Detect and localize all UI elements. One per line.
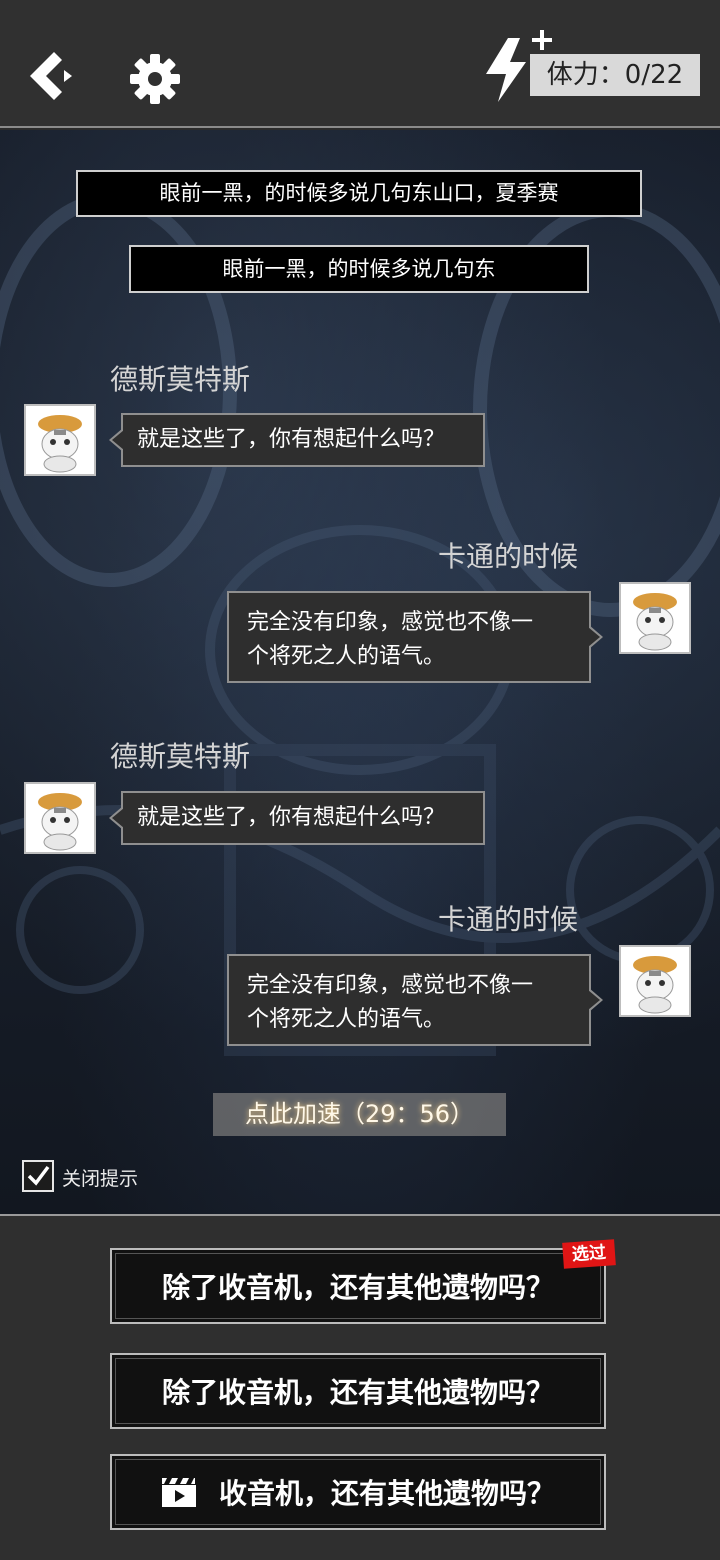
choice-button-ad[interactable]: 收音机，还有其他遗物吗？ — [110, 1454, 606, 1530]
avatar[interactable] — [24, 782, 96, 854]
avatar[interactable] — [619, 945, 691, 1017]
chat-bubble: 完全没有印象，感觉也不像一 个将死之人的语气。 — [227, 591, 603, 683]
avatar[interactable] — [24, 404, 96, 476]
system-notice: 眼前一黑，的时候多说几句东山口，夏季赛 — [76, 170, 642, 217]
cat-avatar-icon — [38, 415, 82, 473]
choice-label: 除了收音机，还有其他遗物吗？ — [161, 1271, 554, 1304]
system-notice: 眼前一黑，的时候多说几句东 — [129, 245, 589, 293]
checkbox[interactable] — [22, 1160, 54, 1192]
speaker-name: 卡通的时候 — [438, 903, 579, 936]
chat-bubble: 就是这些了，你有想起什么吗？ — [109, 413, 485, 467]
speaker-name: 德斯莫特斯 — [110, 363, 251, 396]
cat-avatar-icon — [38, 793, 82, 851]
top-bar: 体力：0/22 — [0, 0, 720, 128]
choice-button[interactable]: 除了收音机，还有其他遗物吗？ — [110, 1248, 606, 1324]
checkmark-icon — [27, 1165, 50, 1186]
choice-label: 除了收音机，还有其他遗物吗？ — [161, 1376, 554, 1409]
chat-bubble: 完全没有印象，感觉也不像一 个将死之人的语气。 — [227, 954, 603, 1046]
stamina-value: 体力：0/22 — [530, 54, 700, 96]
chat-line: 个将死之人的语气。 — [247, 644, 446, 669]
chat-line: 完全没有印象，感觉也不像一 — [247, 610, 534, 635]
close-tip-label: 关闭提示 — [62, 1168, 139, 1190]
speaker-name: 德斯莫特斯 — [110, 740, 251, 773]
dialogue-scene: 眼前一黑，的时候多说几句东山口，夏季赛 眼前一黑，的时候多说几句东 德斯莫特斯 … — [0, 130, 720, 1214]
avatar[interactable] — [619, 582, 691, 654]
cat-avatar-icon — [633, 593, 677, 651]
cat-avatar-icon — [633, 956, 677, 1014]
choice-button[interactable]: 除了收音机，还有其他遗物吗？ — [110, 1353, 606, 1429]
chat-line: 完全没有印象，感觉也不像一 — [247, 973, 534, 998]
chosen-badge: 选过 — [562, 1239, 616, 1269]
video-clapper-icon — [161, 1478, 196, 1507]
gear-icon[interactable] — [128, 52, 182, 106]
choice-label: 收音机，还有其他遗物吗？ — [218, 1477, 555, 1510]
stamina-display[interactable]: 体力：0/22 — [486, 28, 700, 104]
chat-line: 个将死之人的语气。 — [247, 1007, 446, 1032]
speed-up-button[interactable]: 点此加速（29：56） — [213, 1093, 506, 1136]
chat-bubble: 就是这些了，你有想起什么吗？ — [109, 791, 485, 845]
speaker-name: 卡通的时候 — [438, 540, 579, 573]
back-arrow-icon[interactable] — [26, 48, 78, 104]
plus-icon[interactable] — [530, 28, 554, 52]
